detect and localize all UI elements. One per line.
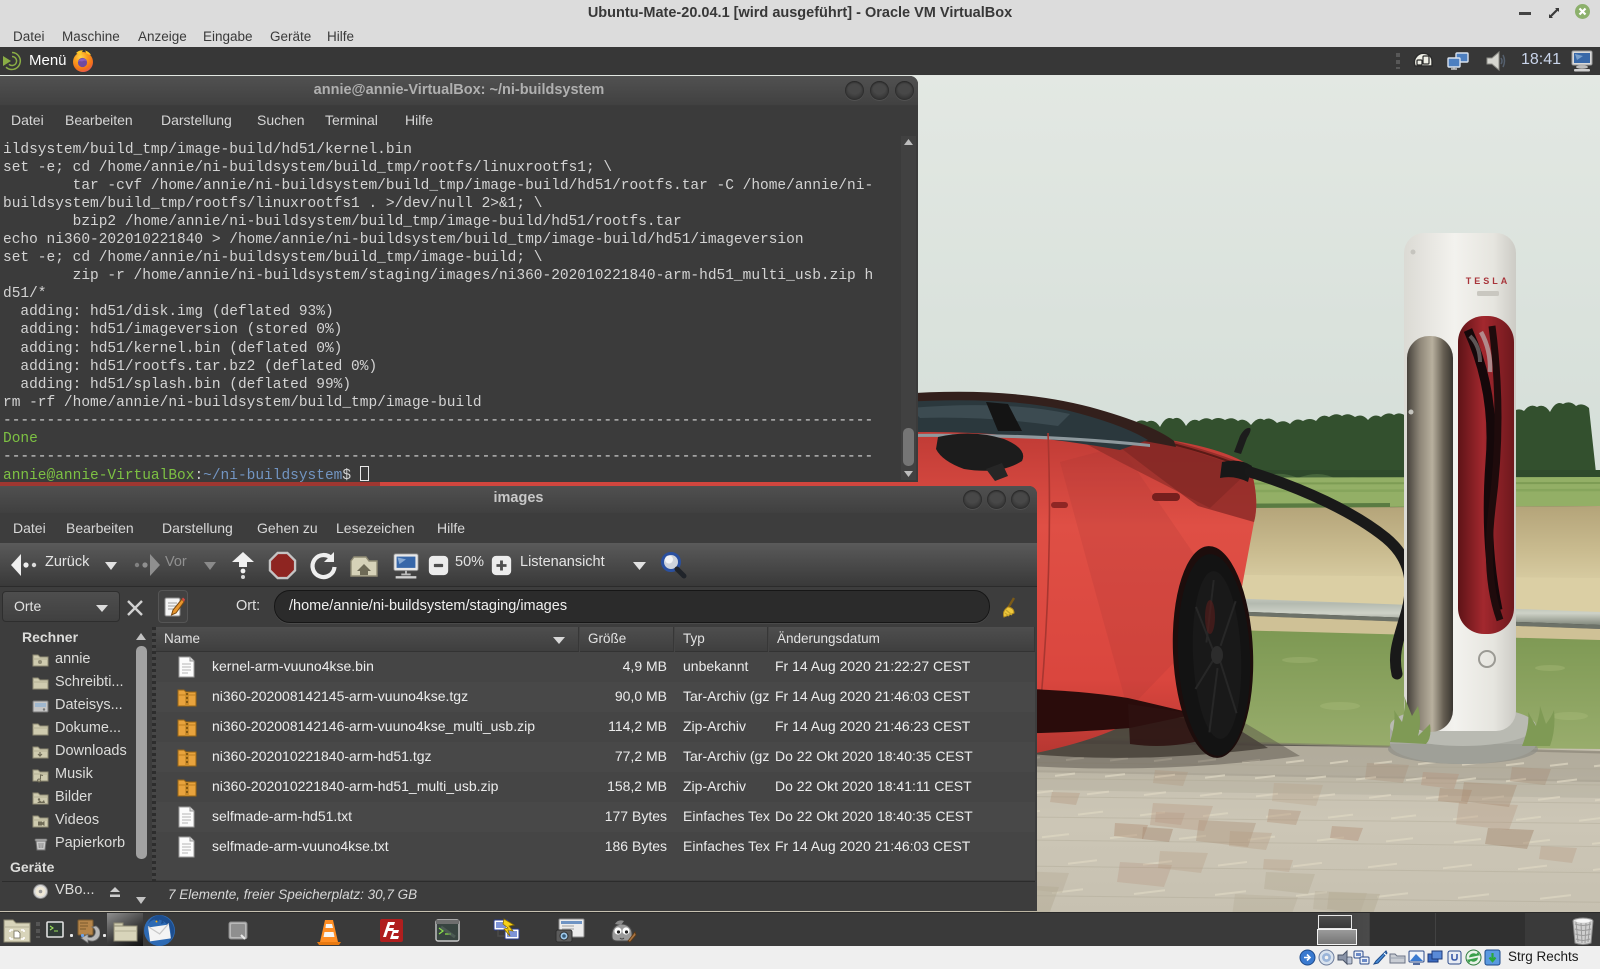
svg-text:TESLA: TESLA bbox=[1466, 276, 1511, 286]
